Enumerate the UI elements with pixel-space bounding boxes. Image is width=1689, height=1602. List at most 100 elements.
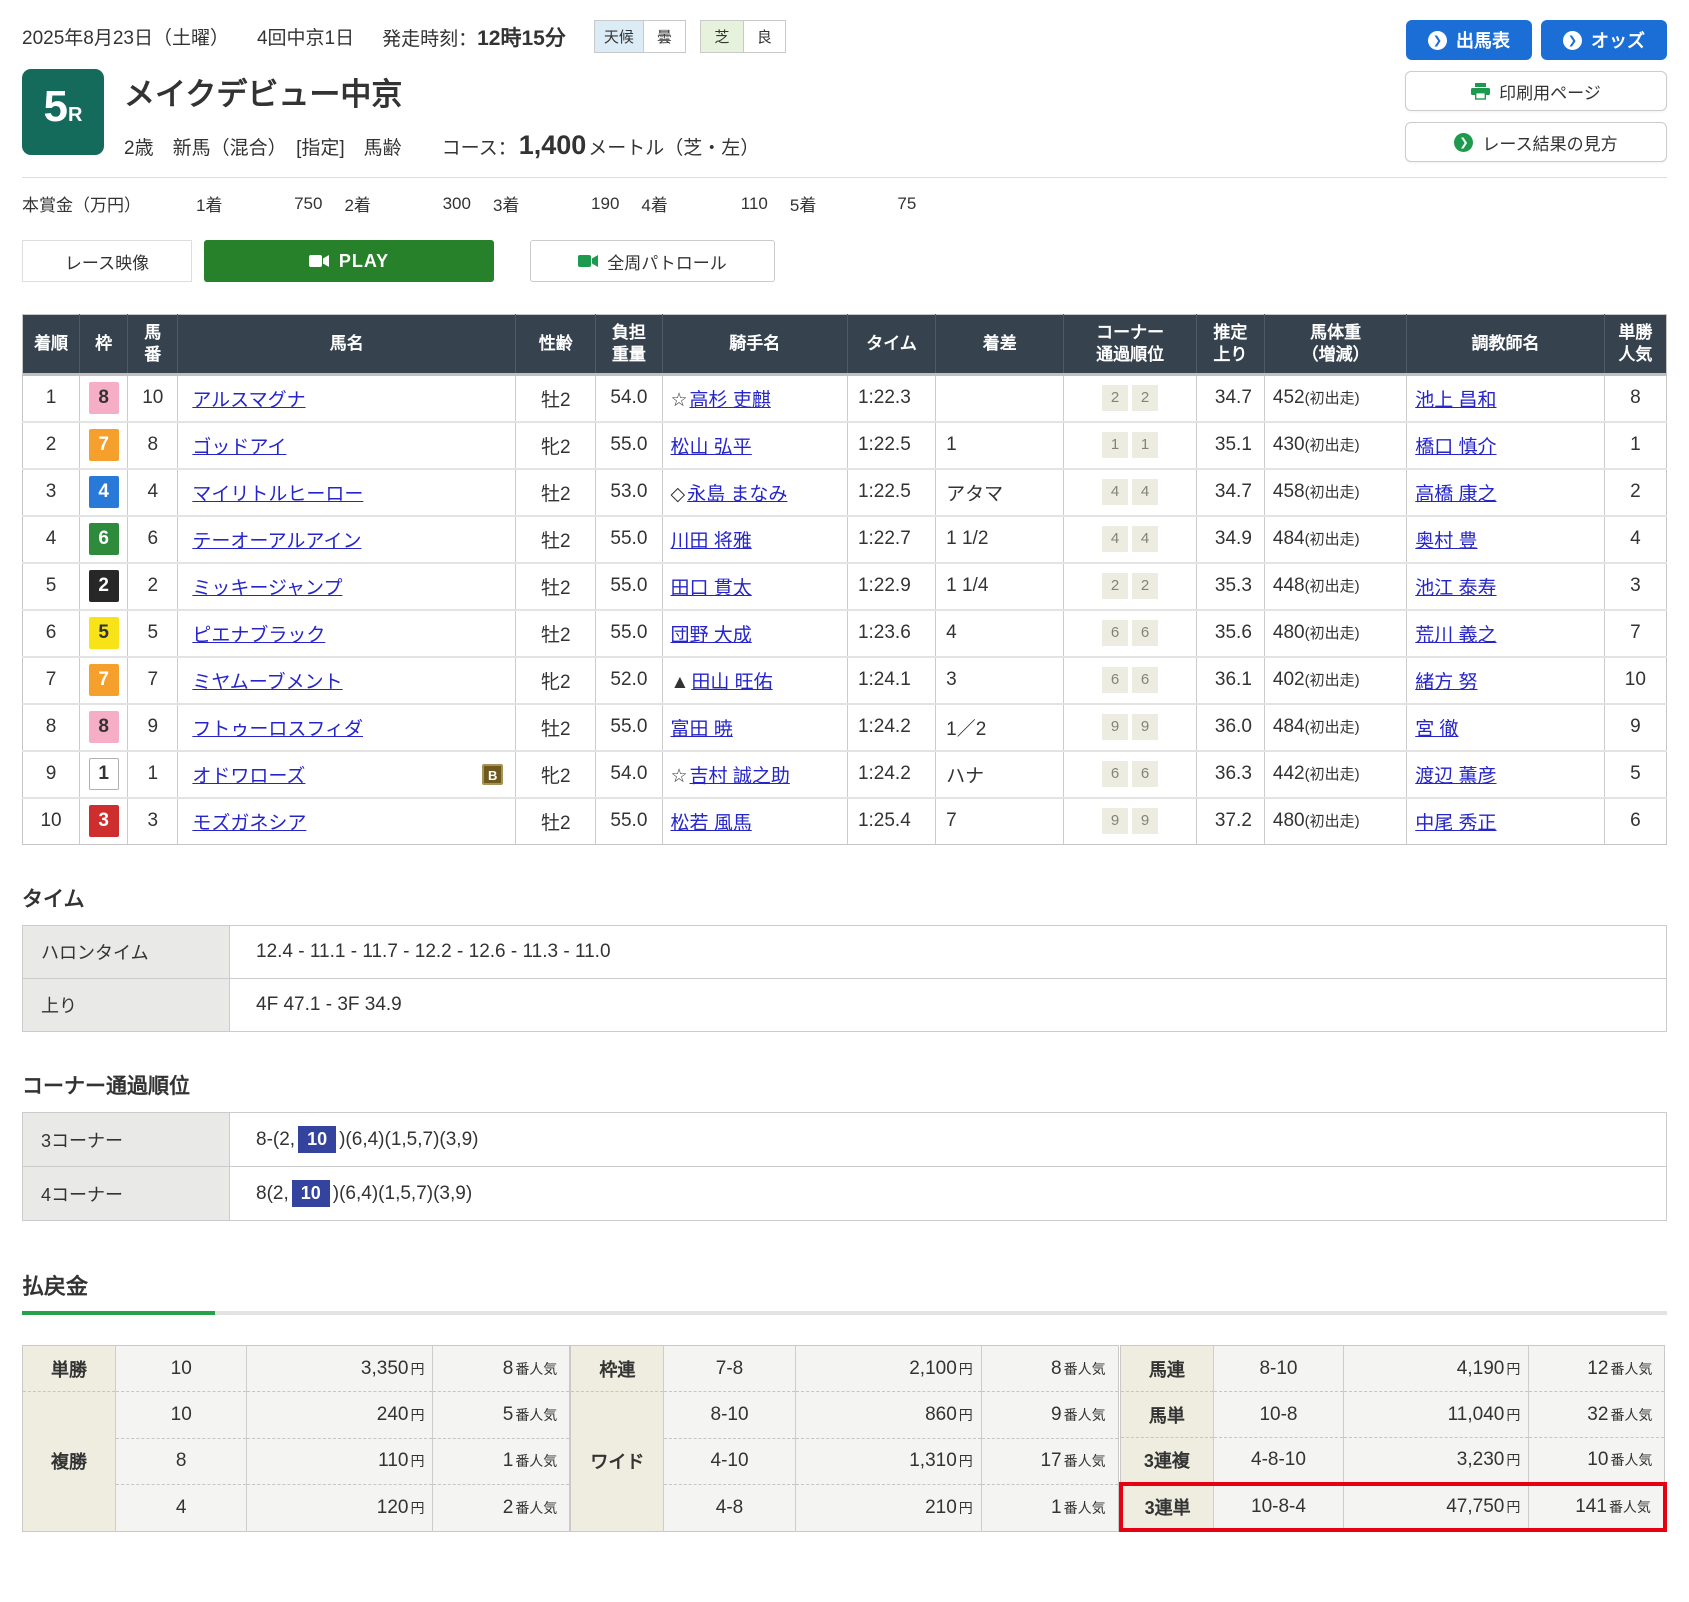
results-guide-button[interactable]: ❯レース結果の見方 xyxy=(1405,122,1667,162)
jockey-link[interactable]: 川田 将雅 xyxy=(671,531,752,552)
combination-cell: 8-10 xyxy=(664,1392,795,1438)
prize-place: 5着 xyxy=(790,191,816,216)
yen-suffix: 円 xyxy=(959,1500,973,1516)
play-video-button[interactable]: PLAY xyxy=(204,240,494,282)
carried-weight-cell: 53.0 xyxy=(596,469,662,516)
trainer-link[interactable]: 渡辺 薫彦 xyxy=(1415,766,1496,787)
prize-item: 2着300 xyxy=(344,191,492,216)
time-table: ハロンタイム 12.4 - 11.1 - 11.7 - 12.2 - 12.6 … xyxy=(22,925,1667,1032)
frame-badge: 6 xyxy=(89,523,119,555)
horse-name-link[interactable]: ミヤムーブメント xyxy=(192,667,342,694)
odds-button[interactable]: ❯オッズ xyxy=(1541,20,1667,60)
corner4-label: 4コーナー xyxy=(23,1167,230,1221)
combination-cell: 10-8-4 xyxy=(1213,1484,1344,1530)
body-weight-note: (初出走) xyxy=(1305,719,1360,736)
start-time-segment: 発走時刻：12時15分 xyxy=(382,22,566,52)
prize-place: 4着 xyxy=(641,191,667,216)
trainer-link[interactable]: 橋口 慎介 xyxy=(1415,437,1496,458)
corner-positions: 99 xyxy=(1068,714,1191,740)
body-weight-value: 480 xyxy=(1273,810,1305,831)
horse-name-wrap: マイリトルヒーロー xyxy=(192,479,503,506)
trainer-link[interactable]: 池江 泰寿 xyxy=(1415,578,1496,599)
corner-order-text: 8-(2, xyxy=(256,1129,295,1150)
corner-order-text: 8(2, xyxy=(256,1183,289,1204)
yen-suffix: 円 xyxy=(1506,1361,1520,1377)
rank-cell: 5 xyxy=(23,563,80,610)
horse-name-link[interactable]: アルスマグナ xyxy=(192,385,305,412)
payout-popularity-cell: 9番人気 xyxy=(981,1392,1118,1438)
corner3-row: 3コーナー 8-(2,10)(6,4)(1,5,7)(3,9) xyxy=(23,1113,1667,1167)
horse-name-link[interactable]: オドワローズ xyxy=(192,761,305,788)
column-header: タイム xyxy=(847,315,935,375)
rank-cell: 8 xyxy=(23,704,80,751)
sex-age-cell: 牡2 xyxy=(516,516,596,563)
popularity-cell: 9 xyxy=(1604,704,1666,751)
body-weight-wrap: 480(初出走) xyxy=(1273,810,1402,832)
horse-name-wrap: テーオーアルアイン xyxy=(192,526,503,553)
yen-suffix: 円 xyxy=(1506,1499,1520,1515)
last3f-cell: 35.1 xyxy=(1196,422,1264,469)
results-header-row: 着順枠馬 番馬名性齢負担 重量騎手名タイム着差コーナー 通過順位推定 上り馬体重… xyxy=(23,315,1667,375)
jockey-cell: 富田 暁 xyxy=(662,704,847,751)
jockey-cell: 川田 将雅 xyxy=(662,516,847,563)
popularity-suffix: 番人気 xyxy=(1610,1452,1652,1468)
prize-amount: 750 xyxy=(222,194,322,214)
amount-value: 2,100 xyxy=(909,1358,957,1379)
race-result-page: 2025年8月23日（土曜） 4回中京1日 発走時刻：12時15分 天候 曇 芝… xyxy=(0,0,1689,1562)
jockey-wrap: 田口 貫太 xyxy=(671,573,843,600)
jockey-link[interactable]: 富田 暁 xyxy=(671,719,733,740)
trainer-link[interactable]: 荒川 義之 xyxy=(1415,625,1496,646)
corner-position-box: 6 xyxy=(1102,761,1128,787)
jockey-cell: 田口 貫太 xyxy=(662,563,847,610)
horse-name-link[interactable]: フトゥーロスフィダ xyxy=(192,714,363,741)
yen-suffix: 円 xyxy=(410,1453,424,1469)
weather-label: 天候 xyxy=(595,21,643,52)
horse-name-link[interactable]: ピエナブラック xyxy=(192,620,325,647)
entries-button[interactable]: ❯出馬表 xyxy=(1406,20,1532,60)
payout-amount-cell: 4,190円 xyxy=(1344,1346,1529,1392)
popularity-suffix: 番人気 xyxy=(515,1407,557,1423)
horse-name-link[interactable]: テーオーアルアイン xyxy=(192,526,361,553)
horse-name-wrap: ゴッドアイ xyxy=(192,432,503,459)
horse-number-cell: 2 xyxy=(128,563,178,610)
horse-number-cell: 7 xyxy=(128,657,178,704)
jockey-link[interactable]: 高杉 吏麒 xyxy=(690,390,771,411)
trainer-link[interactable]: 奥村 豊 xyxy=(1415,531,1477,552)
print-page-button[interactable]: 印刷用ページ xyxy=(1405,71,1667,111)
jockey-wrap: ◇永島 まなみ xyxy=(671,479,843,506)
table-row: 466テーオーアルアイン牡255.0川田 将雅1:22.71 1/24434.9… xyxy=(23,516,1667,563)
rank-cell: 9 xyxy=(23,751,80,798)
trainer-link[interactable]: 高橋 康之 xyxy=(1415,484,1496,505)
corner-position-box: 6 xyxy=(1102,620,1128,646)
horse-name-link[interactable]: マイリトルヒーロー xyxy=(192,479,363,506)
weather-value: 曇 xyxy=(643,21,685,52)
jockey-link[interactable]: 吉村 誠之助 xyxy=(690,766,790,787)
results-tbody: 1810アルスマグナ牡254.0☆高杉 吏麒1:22.32234.7452(初出… xyxy=(23,375,1667,845)
jockey-link[interactable]: 永島 まなみ xyxy=(687,484,787,505)
patrol-video-button[interactable]: 全周パトロール xyxy=(530,240,775,282)
margin-cell: アタマ xyxy=(936,469,1064,516)
horse-name-link[interactable]: モズガネシア xyxy=(192,808,306,835)
body-weight-cell: 448(初出走) xyxy=(1264,563,1406,610)
jockey-link[interactable]: 松山 弘平 xyxy=(671,437,752,458)
column-header: 着差 xyxy=(936,315,1064,375)
corner-position-box: 6 xyxy=(1132,667,1158,693)
trainer-link[interactable]: 宮 徹 xyxy=(1415,719,1458,740)
horse-name-link[interactable]: ゴッドアイ xyxy=(192,432,286,459)
trainer-link[interactable]: 池上 昌和 xyxy=(1415,390,1496,411)
jockey-link[interactable]: 松若 風馬 xyxy=(671,813,752,834)
trainer-link[interactable]: 中尾 秀正 xyxy=(1415,813,1496,834)
jockey-link[interactable]: 田山 旺佑 xyxy=(691,672,772,693)
payout-amount-cell: 47,750円 xyxy=(1344,1484,1529,1530)
trainer-link[interactable]: 緒方 努 xyxy=(1415,672,1477,693)
jockey-link[interactable]: 田口 貫太 xyxy=(671,578,752,599)
corner-pass-cell: 66 xyxy=(1064,610,1196,657)
time-cell: 1:22.7 xyxy=(847,516,935,563)
jockey-link[interactable]: 団野 大成 xyxy=(671,625,752,646)
trainer-cell: 中尾 秀正 xyxy=(1407,798,1604,845)
trainer-cell: 高橋 康之 xyxy=(1407,469,1604,516)
horse-name-link[interactable]: ミッキージャンプ xyxy=(192,573,342,600)
table-row: 889フトゥーロスフィダ牡255.0富田 暁1:24.21／29936.0484… xyxy=(23,704,1667,751)
corner-position-box: 2 xyxy=(1102,573,1128,599)
payout-table: 単勝103,350円8番人気複勝10240円5番人気8110円1番人気4120円… xyxy=(22,1345,570,1532)
